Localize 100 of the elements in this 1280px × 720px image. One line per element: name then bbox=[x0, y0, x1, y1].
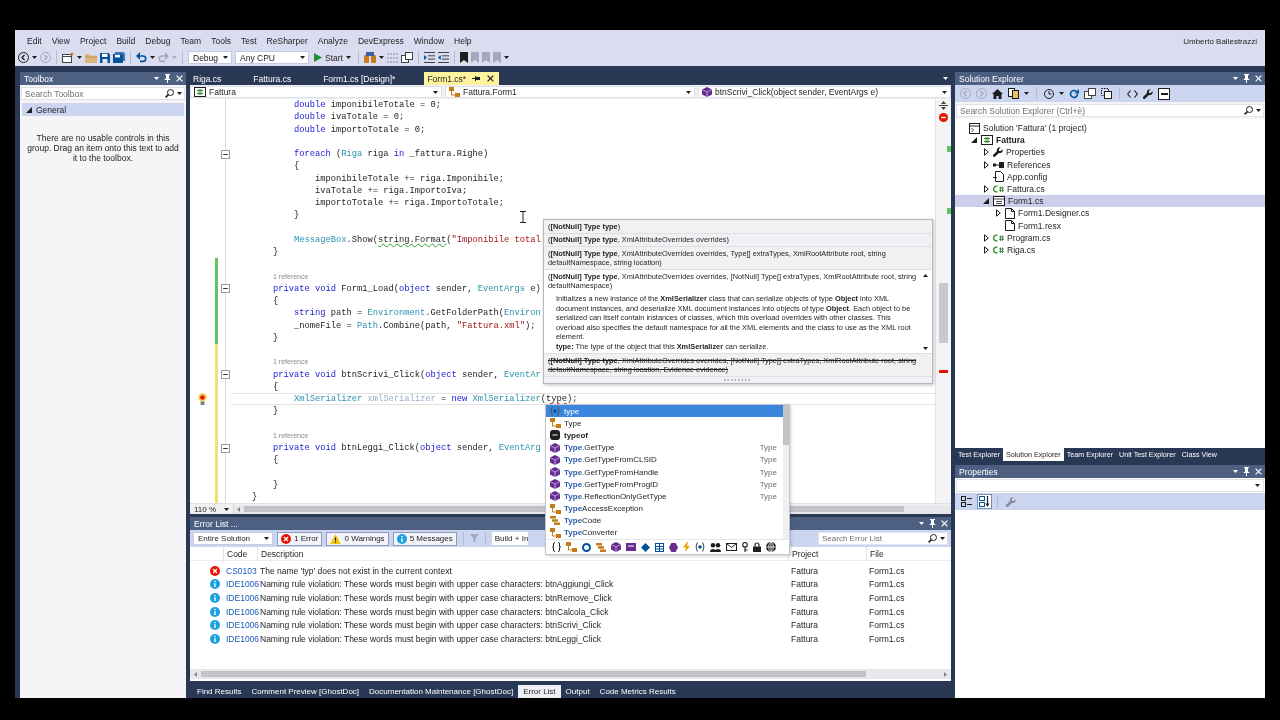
completion-item[interactable]: TypeAccessException bbox=[546, 502, 783, 515]
start-button[interactable]: Start bbox=[312, 50, 353, 65]
caret-icon[interactable] bbox=[1233, 470, 1238, 473]
caret-icon[interactable] bbox=[77, 56, 82, 59]
linked-boxes-icon[interactable] bbox=[566, 542, 577, 553]
people-icon[interactable] bbox=[710, 542, 721, 552]
lightbulb-icon[interactable] bbox=[198, 393, 207, 406]
window-sparkle-icon[interactable] bbox=[62, 52, 74, 63]
tray-icon[interactable] bbox=[626, 543, 636, 552]
pin-icon[interactable] bbox=[472, 75, 482, 82]
stacked-pages-icon[interactable] bbox=[400, 52, 413, 63]
caret-icon[interactable] bbox=[300, 56, 305, 59]
outdent-icon[interactable] bbox=[437, 52, 449, 63]
error-code-link[interactable]: IDE1006 bbox=[223, 633, 257, 644]
lock-icon[interactable] bbox=[753, 542, 761, 553]
expanded-arrow-icon[interactable] bbox=[971, 137, 977, 144]
pin-icon[interactable] bbox=[1243, 467, 1250, 476]
search-field[interactable]: Search Toolbox bbox=[21, 87, 185, 100]
collapse-icon[interactable] bbox=[220, 149, 230, 159]
tree-item[interactable]: App.config bbox=[955, 170, 1265, 183]
bookmark-icon[interactable] bbox=[459, 52, 468, 63]
error-code-link[interactable]: IDE1006 bbox=[223, 593, 257, 603]
member-dropdown[interactable]: btnScrivi_Click(object sender, EventArgs e) bbox=[698, 86, 951, 98]
caret-icon[interactable] bbox=[1256, 109, 1261, 112]
error-code-link[interactable]: IDE1006 bbox=[223, 606, 257, 617]
menu-item[interactable]: Test bbox=[236, 34, 262, 48]
caret-icon[interactable] bbox=[1233, 77, 1238, 80]
error-code-link[interactable]: IDE1006 bbox=[223, 620, 257, 631]
caret-icon[interactable] bbox=[345, 56, 351, 59]
splitter-icon[interactable] bbox=[939, 101, 948, 110]
document-tab[interactable]: Riga.cs bbox=[190, 72, 251, 85]
error-code-link[interactable]: CS0103 bbox=[223, 565, 257, 576]
search-field[interactable]: Search Solution Explorer (Ctrl+è) bbox=[956, 104, 1264, 117]
ring-icon[interactable] bbox=[582, 542, 591, 552]
scope-dropdown[interactable]: Entire Solution bbox=[193, 532, 273, 545]
filter-toggle[interactable]: 1 Error bbox=[277, 531, 323, 546]
horizontal-scrollbar[interactable] bbox=[190, 669, 951, 679]
completion-item[interactable]: TypeConverter bbox=[546, 526, 783, 540]
caret-icon[interactable] bbox=[378, 56, 384, 59]
panel-tab[interactable]: Error List bbox=[518, 684, 561, 698]
vertical-scrollbar[interactable] bbox=[935, 99, 951, 503]
vertical-scrollbar[interactable] bbox=[783, 405, 789, 540]
filter-toggle[interactable]: 5 Messages bbox=[392, 531, 457, 546]
refresh-icon[interactable] bbox=[1069, 88, 1079, 99]
scrollbar-thumb[interactable] bbox=[783, 405, 789, 445]
pin-icon[interactable] bbox=[1243, 74, 1250, 83]
menu-item[interactable]: Project bbox=[74, 34, 112, 48]
menu-item[interactable]: Team bbox=[175, 34, 207, 48]
scrollbar-thumb[interactable] bbox=[939, 283, 948, 343]
scroll-right-icon[interactable] bbox=[944, 671, 947, 677]
scroll-down-icon[interactable] bbox=[923, 346, 928, 350]
completion-item[interactable]: type bbox=[546, 405, 783, 418]
collapsed-arrow-icon[interactable] bbox=[983, 160, 989, 169]
collapsed-arrow-icon[interactable] bbox=[995, 209, 1001, 218]
caret-icon[interactable] bbox=[177, 92, 182, 95]
wrench-icon[interactable] bbox=[1143, 88, 1153, 99]
error-code-link[interactable]: IDE1006 bbox=[223, 579, 257, 590]
document-tab[interactable]: Form1.cs* bbox=[424, 72, 500, 85]
search-field[interactable]: Search Error List bbox=[818, 532, 948, 545]
table-icon[interactable] bbox=[655, 542, 664, 552]
cube-icon[interactable] bbox=[611, 542, 621, 553]
angle-brackets-icon[interactable] bbox=[1127, 89, 1138, 98]
platform-dropdown[interactable]: Any CPU bbox=[235, 51, 309, 64]
caret-icon[interactable] bbox=[1255, 484, 1260, 487]
tree-item[interactable]: Solution 'Fattura' (1 project) bbox=[955, 122, 1265, 135]
search-icon[interactable] bbox=[928, 534, 937, 543]
panel-tab[interactable]: Documentation Maintenance [GhostDoc] bbox=[364, 684, 519, 698]
completion-item[interactable]: Type.GetTypeFromProgID Type bbox=[546, 478, 783, 491]
save-icon[interactable] bbox=[100, 52, 110, 63]
menu-item[interactable]: Help bbox=[449, 34, 477, 48]
stacked-floppy-icon[interactable] bbox=[113, 52, 125, 63]
caret-icon[interactable] bbox=[942, 90, 947, 94]
source-dropdown[interactable]: Build + In bbox=[491, 532, 529, 545]
collapsed-arrow-icon[interactable] bbox=[983, 185, 989, 194]
search-icon[interactable] bbox=[165, 89, 174, 98]
tree-item[interactable]: Form1.Designer.cs bbox=[955, 207, 1265, 220]
error-marker-icon[interactable] bbox=[939, 113, 948, 122]
column-header[interactable]: Code bbox=[223, 547, 257, 561]
project-dropdown[interactable]: Fattura bbox=[190, 86, 442, 98]
search-icon[interactable] bbox=[1244, 106, 1253, 115]
stacked-bars-icon[interactable] bbox=[596, 542, 606, 552]
scroll-left-icon[interactable] bbox=[194, 671, 197, 677]
caret-icon[interactable] bbox=[943, 77, 948, 80]
collapse-icon[interactable] bbox=[220, 284, 230, 294]
configuration-dropdown[interactable]: Debug bbox=[188, 51, 232, 64]
stacked-pages-icon[interactable] bbox=[1084, 88, 1096, 99]
caret-icon[interactable] bbox=[223, 56, 228, 59]
caret-icon[interactable] bbox=[150, 56, 155, 59]
account-name[interactable]: Umberto Ballestrazzi bbox=[1183, 36, 1265, 46]
menu-item[interactable]: Debug bbox=[140, 34, 176, 48]
caret-icon[interactable] bbox=[940, 537, 945, 540]
tree-item[interactable]: Properties bbox=[955, 146, 1265, 159]
expanded-arrow-icon[interactable] bbox=[983, 198, 989, 205]
tree-item[interactable]: Form1.cs bbox=[955, 195, 1265, 208]
completion-item[interactable]: Type bbox=[546, 417, 783, 430]
collapsed-arrow-icon[interactable] bbox=[983, 233, 989, 242]
scrollbar-thumb[interactable] bbox=[201, 671, 866, 677]
completion-item[interactable]: Type.GetType Type bbox=[546, 441, 783, 454]
undo-icon[interactable] bbox=[136, 52, 147, 63]
envelope-icon[interactable] bbox=[726, 543, 737, 552]
